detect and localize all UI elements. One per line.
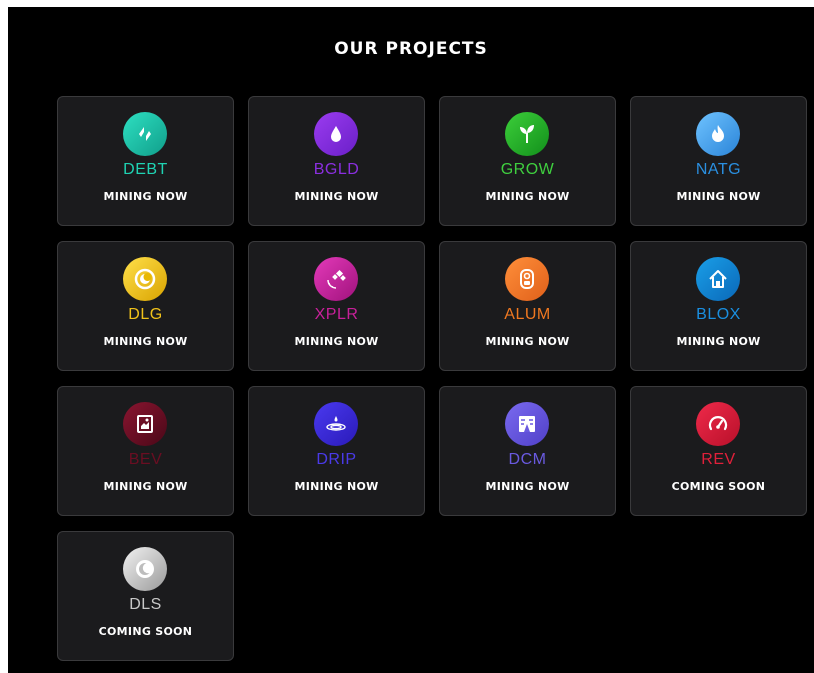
projects-panel: OUR PROJECTS DEBT MINING NOW BGLD MINING NO… xyxy=(8,7,814,673)
project-status: MINING NOW xyxy=(103,335,188,348)
speedometer-icon xyxy=(696,402,740,446)
project-symbol: BLOX xyxy=(696,306,741,323)
project-symbol: NATG xyxy=(695,161,742,178)
project-status: MINING NOW xyxy=(485,480,570,493)
project-symbol: XPLR xyxy=(314,306,359,323)
glass-icon xyxy=(123,402,167,446)
flame-icon xyxy=(696,112,740,156)
project-symbol: DLG xyxy=(128,306,163,323)
project-status: COMING SOON xyxy=(98,625,193,638)
moon-ring-icon xyxy=(123,257,167,301)
projects-grid: DEBT MINING NOW BGLD MINING NOW GROW MINING N… xyxy=(57,96,809,661)
project-card-xplr[interactable]: XPLR MINING NOW xyxy=(248,241,425,371)
project-status: MINING NOW xyxy=(676,335,761,348)
project-symbol: DEBT xyxy=(123,161,168,178)
project-card-natg[interactable]: NATG MINING NOW xyxy=(630,96,807,226)
lightning-icon xyxy=(123,112,167,156)
crescent-icon xyxy=(123,547,167,591)
project-symbol: REV xyxy=(701,451,736,468)
project-card-dlg[interactable]: DLG MINING NOW xyxy=(57,241,234,371)
project-status: MINING NOW xyxy=(294,335,379,348)
project-symbol: DCM xyxy=(508,451,547,468)
project-card-alum[interactable]: ALUM MINING NOW xyxy=(439,241,616,371)
project-symbol: GROW xyxy=(500,161,555,178)
can-icon xyxy=(505,257,549,301)
project-symbol: DRIP xyxy=(316,451,357,468)
project-symbol: ALUM xyxy=(504,306,551,323)
project-status: MINING NOW xyxy=(485,190,570,203)
project-card-drip[interactable]: DRIP MINING NOW xyxy=(248,386,425,516)
section-title: OUR PROJECTS xyxy=(334,39,488,59)
project-card-rev[interactable]: REV COMING SOON xyxy=(630,386,807,516)
project-card-bgld[interactable]: BGLD MINING NOW xyxy=(248,96,425,226)
project-status: MINING NOW xyxy=(294,480,379,493)
droplet-icon xyxy=(314,112,358,156)
project-card-blox[interactable]: BLOX MINING NOW xyxy=(630,241,807,371)
satellite-icon xyxy=(314,257,358,301)
project-status: MINING NOW xyxy=(103,190,188,203)
project-status: MINING NOW xyxy=(103,480,188,493)
project-symbol: BGLD xyxy=(313,161,360,178)
house-icon xyxy=(696,257,740,301)
project-status: MINING NOW xyxy=(485,335,570,348)
project-card-debt[interactable]: DEBT MINING NOW xyxy=(57,96,234,226)
project-card-bev[interactable]: BEV MINING NOW xyxy=(57,386,234,516)
ripple-icon xyxy=(314,402,358,446)
project-status: MINING NOW xyxy=(676,190,761,203)
project-status: MINING NOW xyxy=(294,190,379,203)
map-icon xyxy=(505,402,549,446)
project-status: COMING SOON xyxy=(671,480,766,493)
sprout-icon xyxy=(505,112,549,156)
project-card-grow[interactable]: GROW MINING NOW xyxy=(439,96,616,226)
project-card-dls[interactable]: DLS COMING SOON xyxy=(57,531,234,661)
project-symbol: DLS xyxy=(129,596,162,613)
project-card-dcm[interactable]: DCM MINING NOW xyxy=(439,386,616,516)
project-symbol: BEV xyxy=(128,451,163,468)
